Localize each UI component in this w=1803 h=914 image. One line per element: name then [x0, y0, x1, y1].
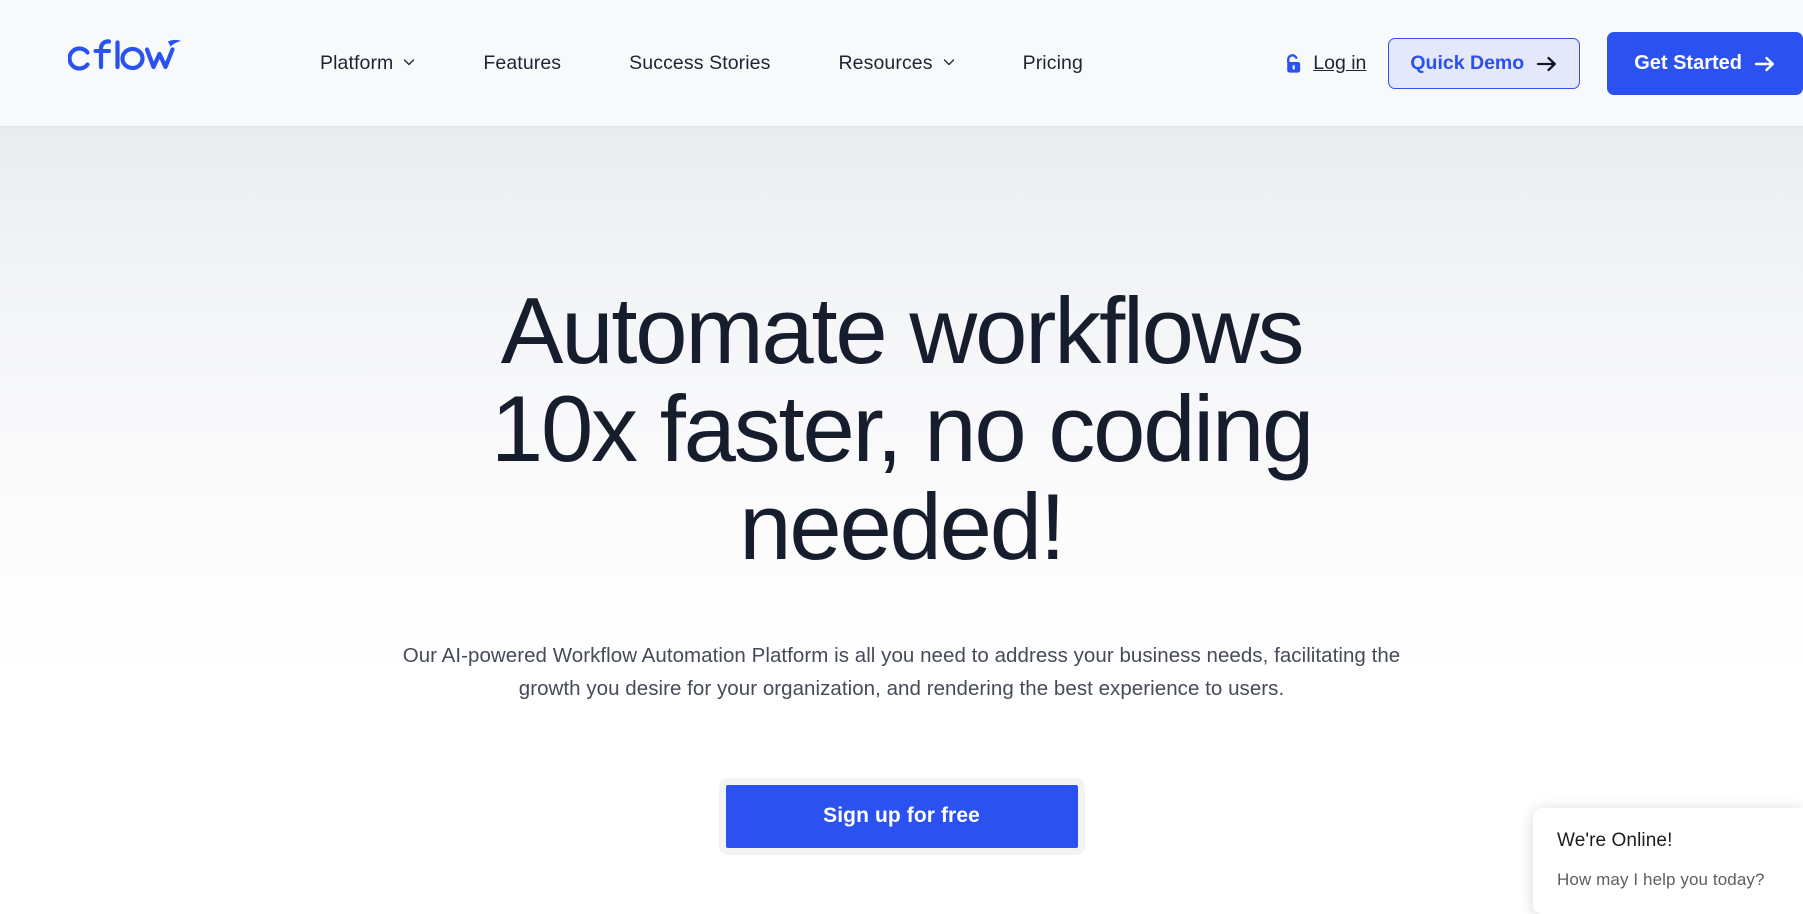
- subheading-line-2: you desire for your organization, and re…: [586, 677, 1285, 701]
- nav-item-features[interactable]: Features: [449, 52, 595, 75]
- get-started-label: Get Started: [1634, 52, 1742, 74]
- chevron-down-icon: [403, 56, 415, 68]
- header-actions: Log in Quick Demo Get Started: [1284, 0, 1803, 127]
- arrow-right-icon: [1536, 55, 1558, 73]
- nav-item-label: Platform: [320, 52, 394, 74]
- nav-item-label: Pricing: [1022, 52, 1083, 74]
- chat-bubble-tail: [1788, 847, 1803, 877]
- nav-item-label: Resources: [838, 52, 933, 74]
- nav-item-platform[interactable]: Platform: [320, 52, 449, 75]
- site-header: Platform Features Success Stories Resour…: [0, 0, 1803, 127]
- nav-item-label: Features: [483, 52, 562, 74]
- arrow-right-icon: [1754, 55, 1776, 73]
- cflow-logo[interactable]: [68, 32, 188, 78]
- chat-widget[interactable]: We're Online! How may I help you today?: [1533, 808, 1803, 914]
- cflow-logo-icon: [68, 39, 181, 71]
- nav-item-pricing[interactable]: Pricing: [989, 52, 1117, 75]
- headline-line-3: needed!: [739, 473, 1066, 579]
- nav-item-success-stories[interactable]: Success Stories: [595, 52, 804, 75]
- chat-status-title: We're Online!: [1557, 830, 1673, 851]
- get-started-button[interactable]: Get Started: [1607, 32, 1803, 95]
- quick-demo-label: Quick Demo: [1410, 52, 1525, 74]
- hero-subheading: Our AI-powered Workflow Automation Platf…: [397, 575, 1407, 705]
- headline-line-2: 10x faster, no coding: [490, 375, 1314, 481]
- hero-section: Automate workflows 10x faster, no coding…: [0, 127, 1803, 914]
- chat-prompt-text: How may I help you today?: [1557, 870, 1765, 889]
- chevron-down-icon: [943, 56, 955, 68]
- login-label: Log in: [1313, 52, 1367, 74]
- page-root: Platform Features Success Stories Resour…: [0, 0, 1803, 914]
- nav-item-label: Success Stories: [629, 52, 771, 74]
- sign-up-for-free-button[interactable]: Sign up for free: [725, 784, 1078, 848]
- page-title: Automate workflows 10x faster, no coding…: [372, 127, 1432, 575]
- unlock-padlock-icon: [1284, 53, 1303, 75]
- chat-bubble[interactable]: We're Online! How may I help you today?: [1533, 808, 1803, 914]
- quick-demo-button[interactable]: Quick Demo: [1388, 38, 1581, 89]
- nav-item-resources[interactable]: Resources: [804, 52, 988, 75]
- headline-line-1: Automate workflows: [500, 278, 1305, 383]
- hero-content: Automate workflows 10x faster, no coding…: [0, 127, 1803, 855]
- login-link[interactable]: Log in: [1284, 52, 1366, 75]
- cta-frame: Sign up for free: [718, 777, 1085, 855]
- main-navigation: Platform Features Success Stories Resour…: [320, 0, 1117, 127]
